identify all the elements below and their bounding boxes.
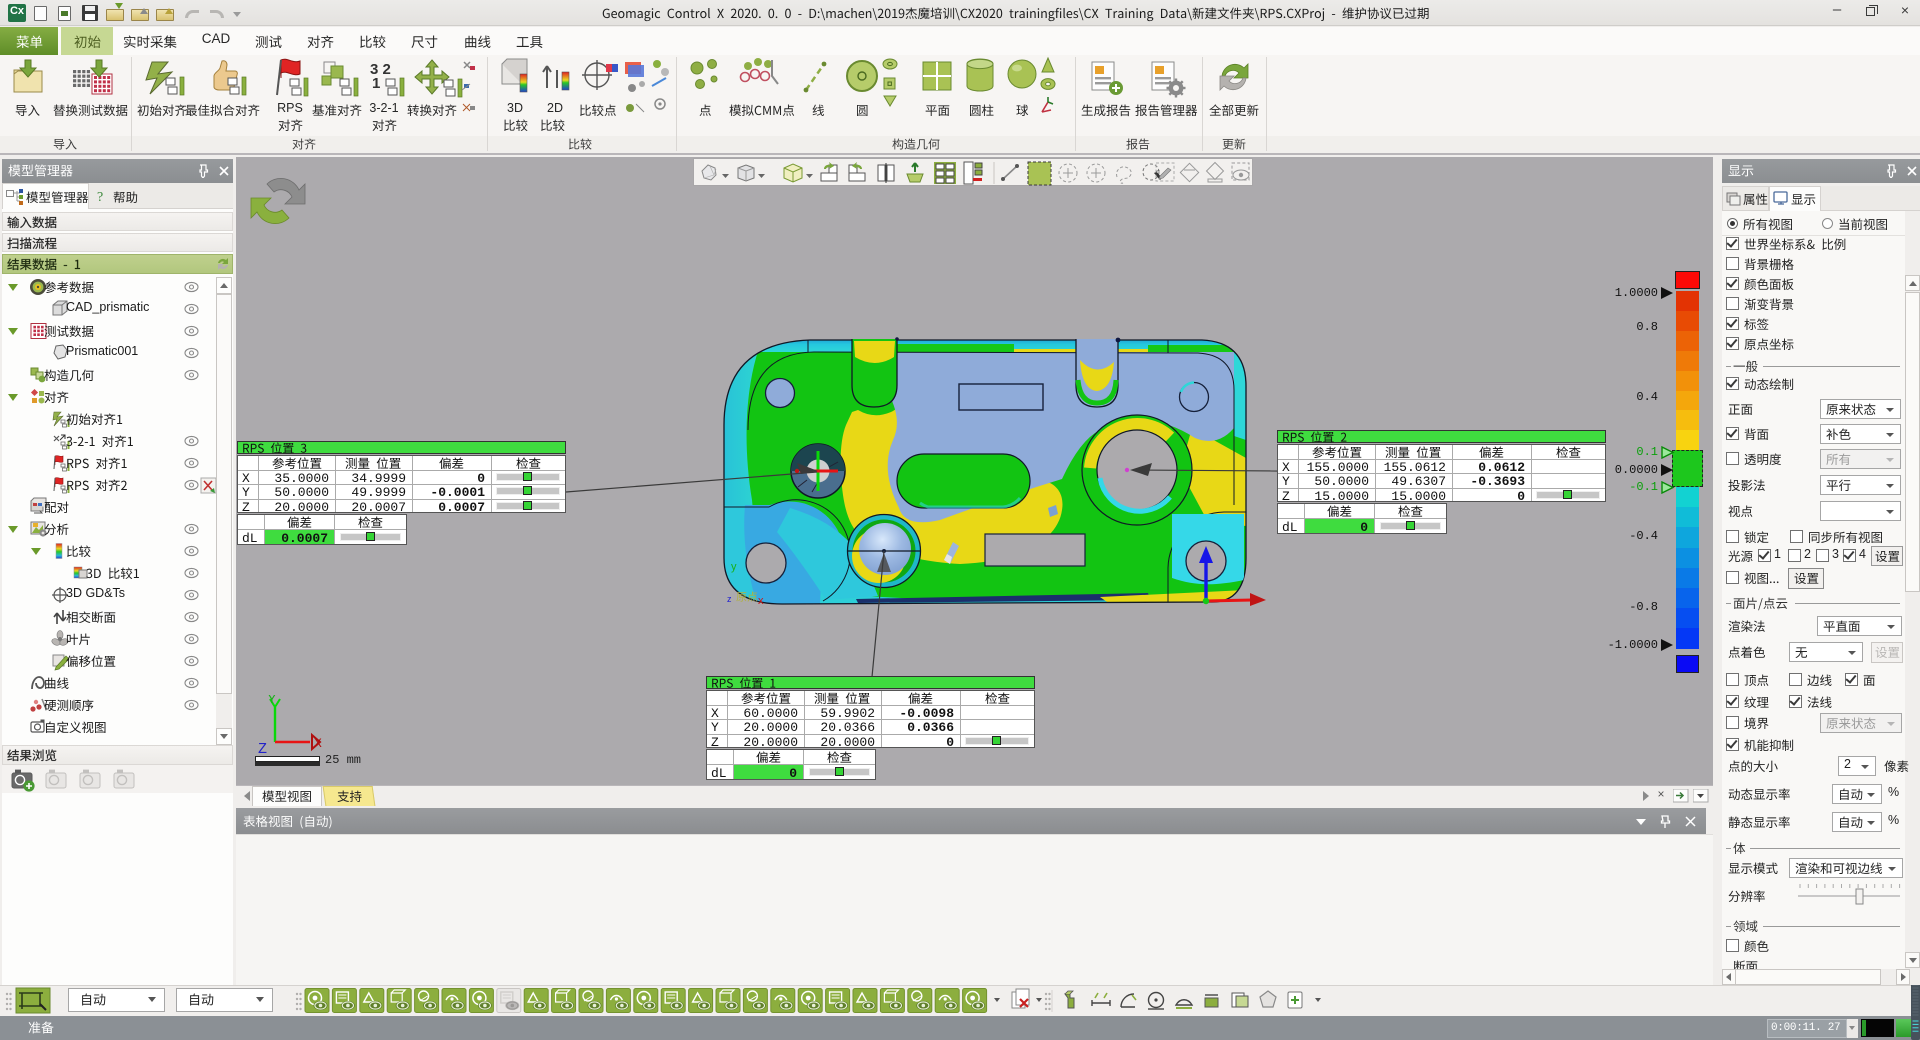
svg-text:1: 1 [372,75,380,92]
svg-text:X: X [314,736,322,751]
svg-text:Y: Y [268,695,276,707]
